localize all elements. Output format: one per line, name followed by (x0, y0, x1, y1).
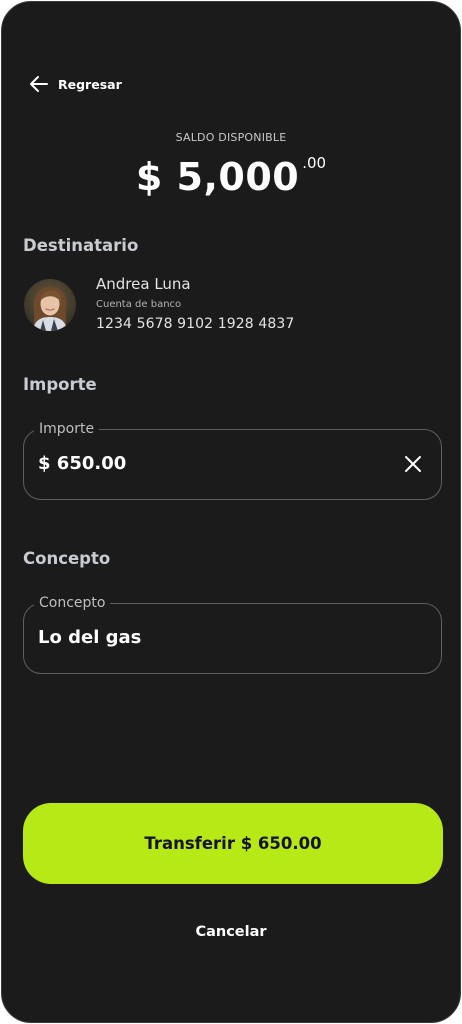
recipient-name: Andrea Luna (96, 275, 191, 293)
balance-amount: $ 5,000.00 (2, 154, 460, 199)
amount-section-title: Importe (23, 375, 97, 394)
back-button[interactable]: Regresar (28, 72, 122, 96)
amount-field[interactable]: Importe $ 650.00 (23, 419, 442, 500)
amount-field-value[interactable]: $ 650.00 (38, 453, 126, 474)
cancel-button[interactable]: Cancelar (2, 924, 460, 940)
recipient-section-title: Destinatario (23, 236, 139, 255)
close-icon (405, 456, 421, 472)
concept-section-title: Concepto (23, 549, 111, 568)
amount-field-label: Importe (34, 419, 100, 439)
clear-amount-button[interactable] (401, 452, 425, 476)
avatar (24, 279, 76, 331)
concept-field-label: Concepto (34, 593, 111, 613)
recipient-account-type: Cuenta de banco (96, 299, 182, 310)
transfer-button-label: Transferir $ 650.00 (144, 834, 322, 853)
concept-field-value[interactable]: Lo del gas (38, 627, 141, 648)
recipient-account-number: 1234 5678 9102 1928 4837 (96, 316, 295, 332)
balance-label: SALDO DISPONIBLE (175, 131, 287, 144)
balance-cents: .00 (302, 154, 327, 172)
back-label: Regresar (58, 76, 122, 92)
arrow-left-icon (28, 73, 50, 95)
phone-screen: Regresar SALDO DISPONIBLE $ 5,000.00 Des… (1, 1, 461, 1023)
concept-field[interactable]: Concepto Lo del gas (23, 593, 442, 674)
transfer-button[interactable]: Transferir $ 650.00 (23, 803, 443, 884)
balance-main: $ 5,000 (135, 155, 300, 199)
